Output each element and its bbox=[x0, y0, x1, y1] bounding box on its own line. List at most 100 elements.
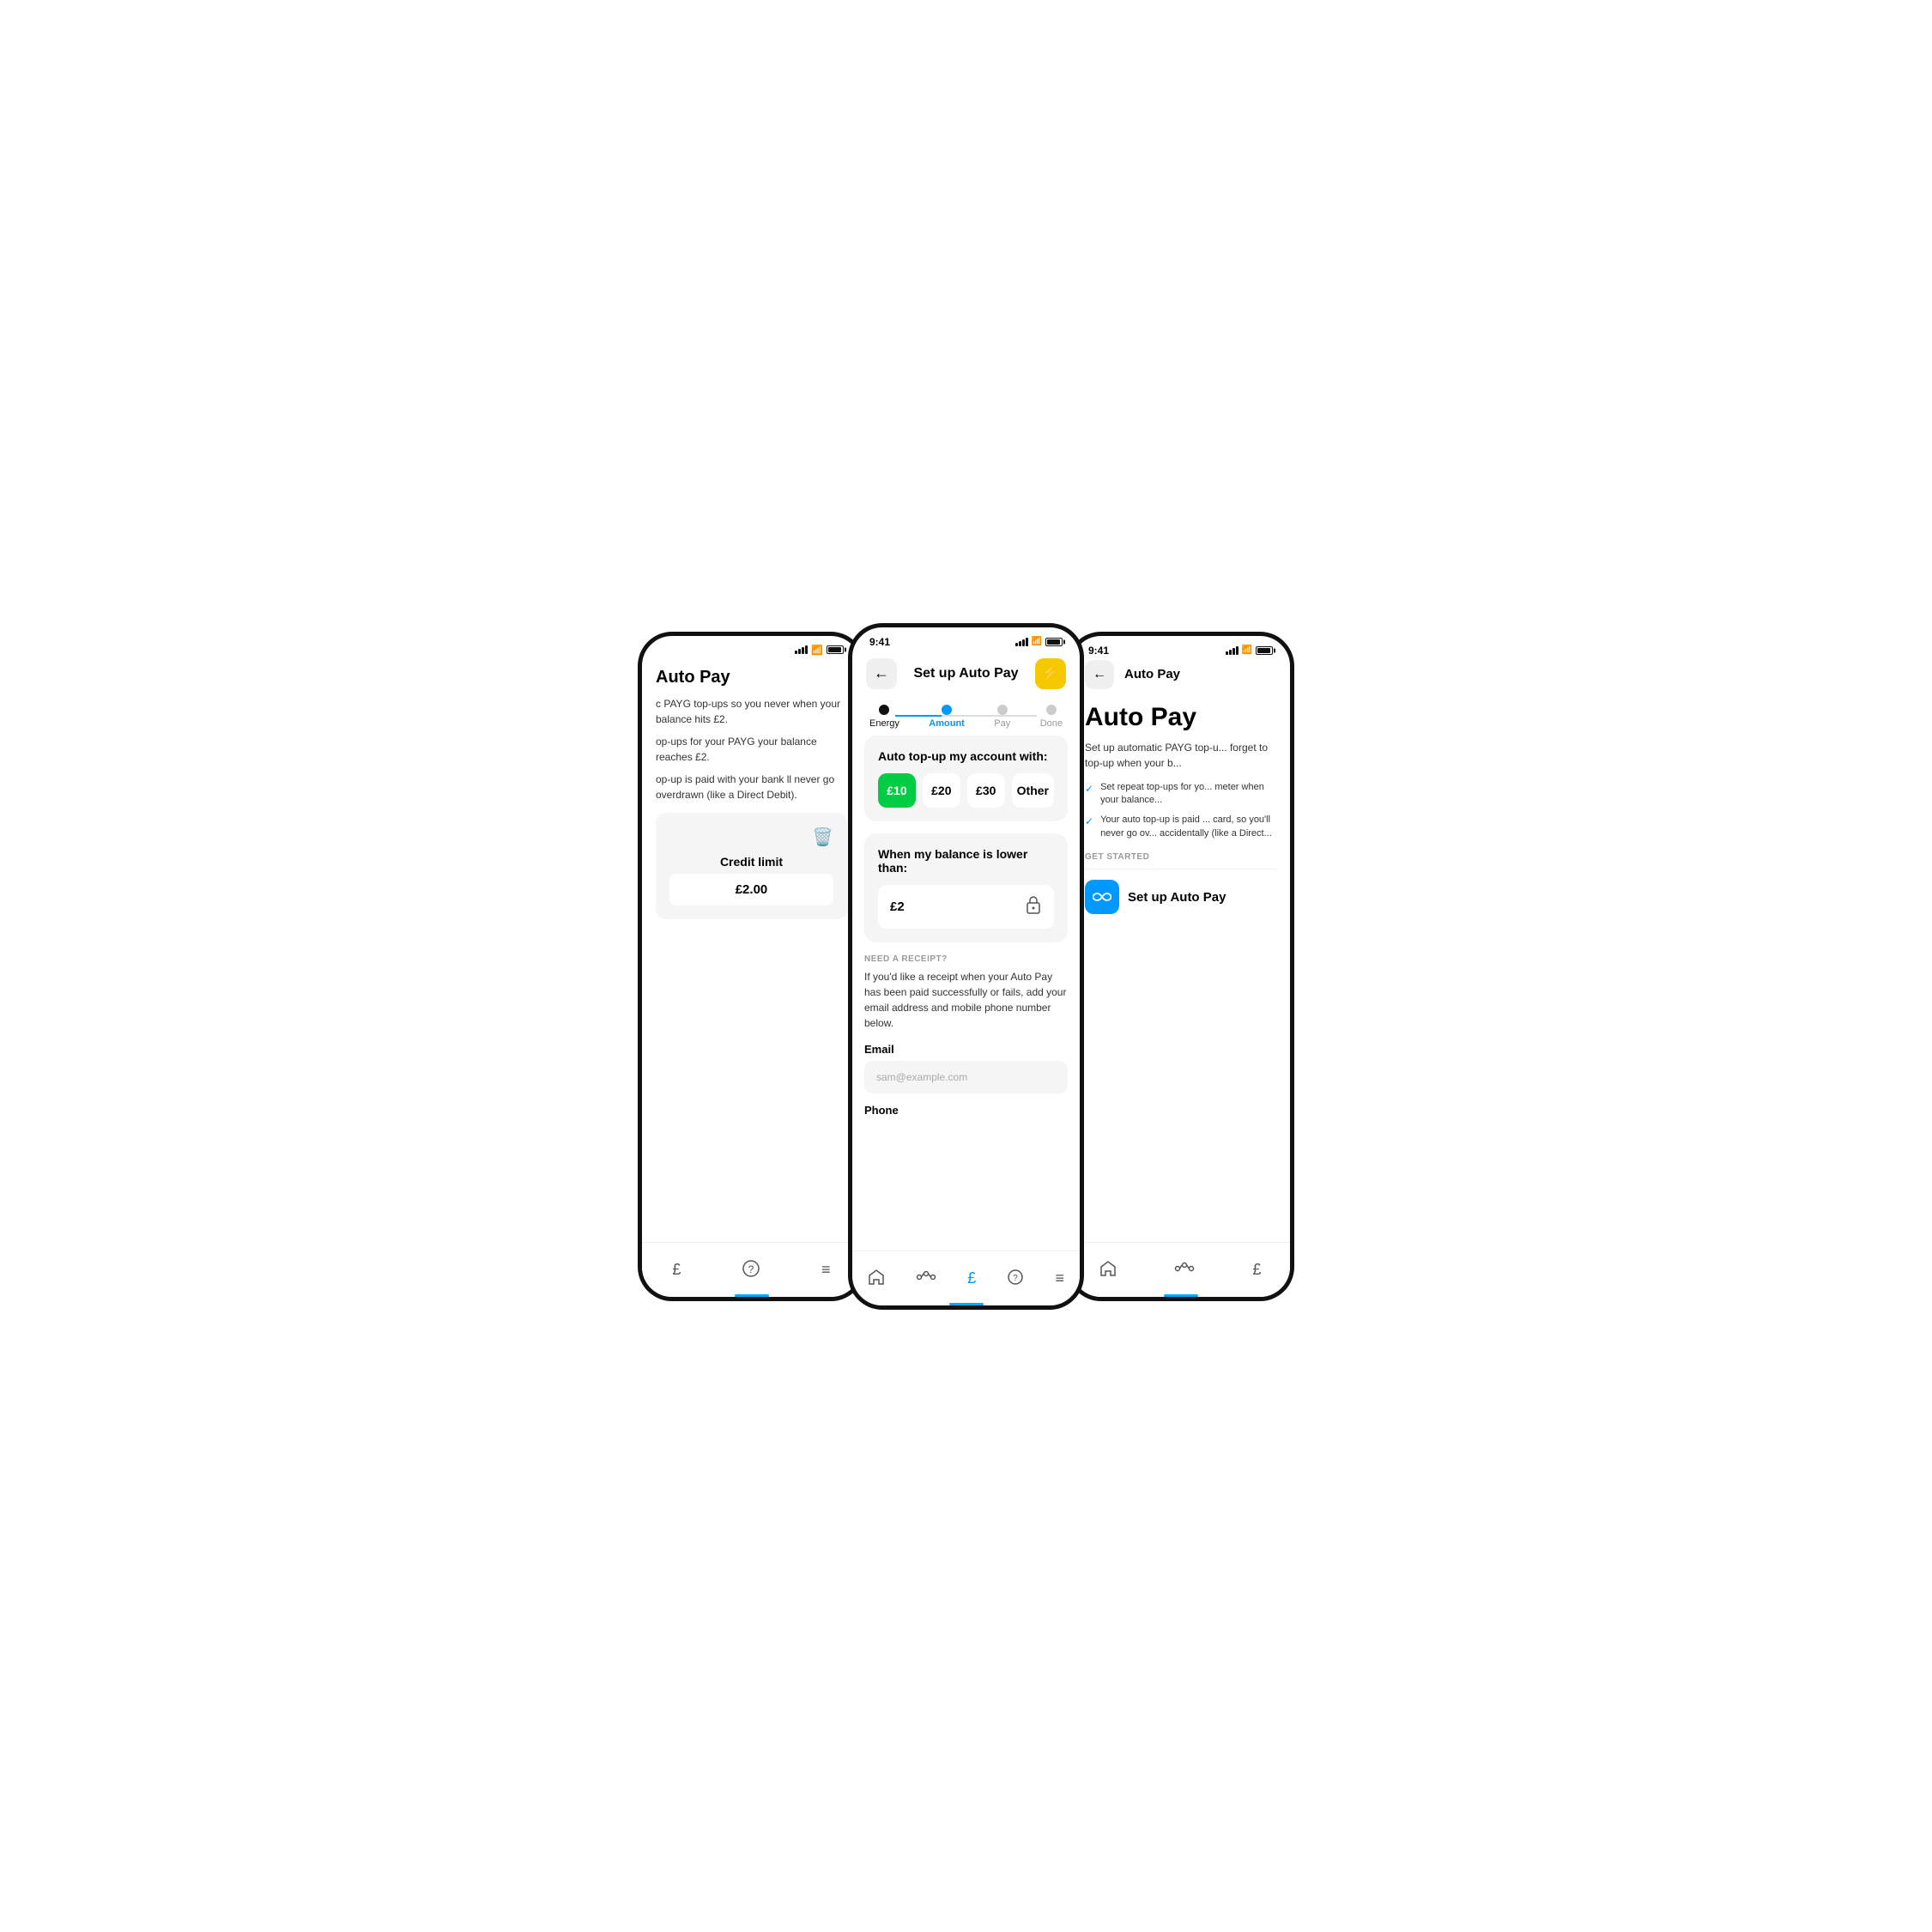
center-menu-icon: ≡ bbox=[1055, 1270, 1064, 1286]
back-button[interactable]: ← bbox=[866, 658, 897, 689]
center-signal-icon bbox=[1015, 638, 1028, 646]
center-nav-account[interactable]: £ bbox=[967, 1270, 976, 1286]
step-label-pay: Pay bbox=[994, 718, 1010, 729]
right-usage-icon bbox=[1174, 1262, 1195, 1278]
center-nav-usage[interactable] bbox=[916, 1270, 936, 1287]
auto-pay-desc: Set up automatic PAYG top-u... forget to… bbox=[1085, 740, 1276, 771]
right-phone: 9:41 📶 ← Auto Pay Auto Pay Set up automa… bbox=[1067, 632, 1294, 1301]
step-dot-energy bbox=[879, 705, 889, 715]
receipt-section: NEED A RECEIPT? If you'd like a receipt … bbox=[852, 954, 1080, 1117]
scene: 📶 Auto Pay c PAYG top-ups so you never w… bbox=[580, 580, 1353, 1353]
amount-btn-10[interactable]: £10 bbox=[878, 773, 916, 808]
amount-btn-20[interactable]: £20 bbox=[923, 773, 960, 808]
left-bottom-nav: £ ? ≡ bbox=[642, 1242, 861, 1297]
balance-card-title: When my balance is lower than: bbox=[878, 847, 1054, 875]
step-label-done: Done bbox=[1040, 718, 1063, 729]
check-text-2: Your auto top-up is paid ... card, so yo… bbox=[1100, 814, 1276, 840]
get-started-label: GET STARTED bbox=[1085, 852, 1276, 862]
credit-label: Credit limit bbox=[669, 855, 833, 869]
topup-card-title: Auto top-up my account with: bbox=[878, 749, 1054, 763]
center-bottom-nav: £ ? ≡ bbox=[852, 1251, 1080, 1305]
right-content: ← Auto Pay Auto Pay Set up automatic PAY… bbox=[1071, 660, 1290, 984]
right-nav: ← Auto Pay bbox=[1085, 660, 1276, 689]
account-icon: £ bbox=[967, 1270, 976, 1286]
center-wifi-icon: 📶 bbox=[1032, 637, 1042, 646]
topup-card: Auto top-up my account with: £10 £20 £30… bbox=[864, 736, 1068, 821]
left-content: Auto Pay c PAYG top-ups so you never whe… bbox=[642, 668, 861, 1301]
left-status-icons: 📶 bbox=[795, 645, 844, 656]
balance-card: When my balance is lower than: £2 bbox=[864, 833, 1068, 942]
left-credit-card: 🗑️ Credit limit £2.00 bbox=[656, 813, 847, 919]
battery-icon bbox=[827, 645, 844, 654]
email-field[interactable]: sam@example.com bbox=[864, 1061, 1068, 1093]
step-connector bbox=[895, 715, 1037, 717]
center-phone: 9:41 📶 ← Set up Auto Pay ⚡ bbox=[848, 623, 1084, 1310]
receipt-body: If you'd like a receipt when your Auto P… bbox=[864, 969, 1068, 1031]
home-icon bbox=[868, 1269, 885, 1288]
center-nav-menu[interactable]: ≡ bbox=[1055, 1270, 1064, 1286]
left-phone: 📶 Auto Pay c PAYG top-ups so you never w… bbox=[638, 632, 865, 1301]
center-status-bar: 9:41 📶 bbox=[852, 627, 1080, 651]
amount-btn-other[interactable]: Other bbox=[1012, 773, 1054, 808]
usage-icon bbox=[916, 1270, 936, 1287]
pound-icon: £ bbox=[672, 1262, 681, 1277]
right-wifi-icon: 📶 bbox=[1242, 645, 1252, 655]
balance-input-row: £2 bbox=[878, 885, 1054, 929]
step-dot-pay bbox=[997, 705, 1008, 715]
email-field-label: Email bbox=[864, 1043, 1068, 1056]
left-phone-title: Auto Pay bbox=[656, 668, 847, 687]
setup-autopay-button[interactable]: Set up Auto Pay bbox=[1085, 880, 1276, 914]
left-body-1: c PAYG top-ups so you never when your ba… bbox=[656, 696, 847, 727]
center-nav-help[interactable]: ? bbox=[1007, 1269, 1024, 1288]
center-nav-title: Set up Auto Pay bbox=[913, 666, 1018, 681]
left-body-3: op-up is paid with your bank ll never go… bbox=[656, 772, 847, 802]
check-item-1: ✓ Set repeat top-ups for yo... meter whe… bbox=[1085, 781, 1276, 808]
menu-icon: ≡ bbox=[821, 1262, 831, 1277]
right-signal-icon bbox=[1226, 646, 1239, 655]
right-battery-icon bbox=[1256, 646, 1273, 655]
center-battery-icon bbox=[1045, 638, 1063, 646]
check-item-2: ✓ Your auto top-up is paid ... card, so … bbox=[1085, 814, 1276, 840]
check-icon-2: ✓ bbox=[1085, 815, 1093, 829]
amount-btn-30[interactable]: £30 bbox=[967, 773, 1005, 808]
step-label-energy: Energy bbox=[869, 718, 899, 729]
help-icon: ? bbox=[742, 1259, 760, 1281]
right-back-button[interactable]: ← bbox=[1085, 660, 1114, 689]
left-status-bar: 📶 bbox=[642, 636, 861, 659]
amount-grid: £10 £20 £30 Other bbox=[878, 773, 1054, 808]
back-arrow-icon: ← bbox=[874, 664, 889, 682]
step-dot-done bbox=[1046, 705, 1057, 715]
step-dot-amount bbox=[942, 705, 952, 715]
receipt-label: NEED A RECEIPT? bbox=[864, 954, 1068, 964]
right-nav-title: Auto Pay bbox=[1124, 667, 1180, 681]
infinity-icon bbox=[1085, 880, 1119, 914]
right-nav-home[interactable] bbox=[1099, 1260, 1117, 1280]
center-nav-home[interactable] bbox=[868, 1269, 885, 1288]
balance-value: £2 bbox=[890, 899, 905, 914]
right-nav-usage[interactable] bbox=[1174, 1262, 1195, 1278]
step-energy: Energy bbox=[869, 705, 899, 729]
left-blue-indicator bbox=[735, 1294, 769, 1297]
lightning-icon: ⚡ bbox=[1041, 664, 1060, 682]
step-label-amount: Amount bbox=[929, 718, 965, 729]
center-help-icon: ? bbox=[1007, 1269, 1024, 1288]
lightning-button[interactable]: ⚡ bbox=[1035, 658, 1066, 689]
right-time: 9:41 bbox=[1088, 645, 1109, 657]
center-status-icons: 📶 bbox=[1015, 637, 1063, 646]
left-nav-item-pound[interactable]: £ bbox=[672, 1262, 681, 1277]
right-status-bar: 9:41 📶 bbox=[1071, 636, 1290, 660]
right-back-arrow-icon: ← bbox=[1093, 667, 1106, 682]
signal-icon bbox=[795, 645, 808, 654]
right-nav-account[interactable]: £ bbox=[1252, 1262, 1261, 1277]
check-icon-1: ✓ bbox=[1085, 782, 1093, 796]
left-nav-item-menu[interactable]: ≡ bbox=[821, 1262, 831, 1277]
left-nav-item-help[interactable]: ? bbox=[742, 1259, 760, 1281]
step-amount: Amount bbox=[929, 705, 965, 729]
lock-icon bbox=[1025, 895, 1042, 918]
progress-steps: Energy Amount Pay Done bbox=[852, 696, 1080, 736]
center-nav-header: ← Set up Auto Pay ⚡ bbox=[852, 651, 1080, 696]
step-done: Done bbox=[1040, 705, 1063, 729]
svg-text:?: ? bbox=[748, 1263, 754, 1275]
trash-icon[interactable]: 🗑️ bbox=[812, 827, 833, 848]
check-text-1: Set repeat top-ups for yo... meter when … bbox=[1100, 781, 1276, 808]
